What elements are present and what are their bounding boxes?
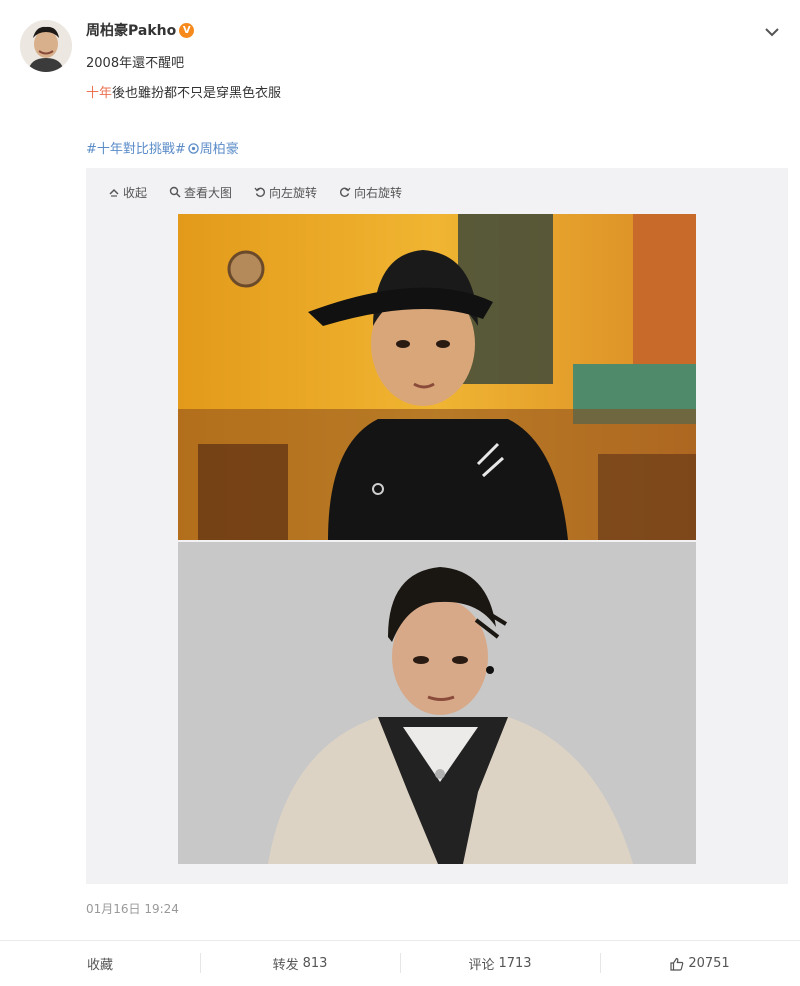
author-name[interactable]: 周柏豪Pakho <box>86 20 176 40</box>
media-toolbar: 收起 查看大图 向左旋转 向右旋转 <box>108 182 402 202</box>
like-button[interactable]: 20751 <box>600 941 800 986</box>
comment-button[interactable]: 评论 1713 <box>400 941 600 986</box>
chevron-down-icon[interactable] <box>762 22 782 42</box>
post-timestamp[interactable]: 01月16日 19:24 <box>86 900 179 917</box>
author-line: 周柏豪Pakho V <box>86 20 195 40</box>
photo-2008[interactable] <box>178 214 696 540</box>
mention-link[interactable]: 周柏豪 <box>188 138 239 157</box>
like-count: 20751 <box>688 956 730 971</box>
topic-links: #十年對比挑戰# 周柏豪 <box>86 138 239 157</box>
comment-label: 评论 <box>468 958 495 973</box>
verified-badge-icon: V <box>179 22 195 38</box>
repost-label: 转发 <box>272 958 299 973</box>
view-large-label: 查看大图 <box>184 185 233 200</box>
post-text-line-1: 2008年還不醒吧 <box>86 56 185 71</box>
photo-2018[interactable] <box>178 542 696 864</box>
post-text-line-2: 十年後也雖扮都不只是穿黑色衣服 <box>86 82 281 101</box>
collapse-button[interactable]: 收起 <box>108 182 147 202</box>
avatar-image <box>20 20 72 72</box>
view-large-button[interactable]: 查看大图 <box>169 182 232 202</box>
rotate-left-label: 向左旋转 <box>269 185 318 200</box>
photo-2008-image <box>178 214 696 540</box>
action-bar: 收藏 转发 813 评论 1713 20751 <box>0 940 800 986</box>
magnifier-icon <box>169 186 181 198</box>
photo-2018-image <box>178 542 696 864</box>
rotate-left-button[interactable]: 向左旋转 <box>254 182 317 202</box>
mention-link-icon <box>188 143 199 154</box>
comment-count: 1713 <box>498 956 532 971</box>
rotate-right-icon <box>340 187 351 197</box>
favorite-label: 收藏 <box>86 958 113 973</box>
mention-link-label: 周柏豪 <box>199 142 239 157</box>
favorite-button[interactable]: 收藏 <box>0 941 200 986</box>
post-text-rest: 後也雖扮都不只是穿黑色衣服 <box>112 86 282 101</box>
rotate-left-icon <box>254 187 266 197</box>
highlight-text[interactable]: 十年 <box>86 86 112 101</box>
avatar[interactable] <box>20 20 72 72</box>
repost-count: 813 <box>302 956 328 971</box>
thumbs-up-icon <box>670 957 684 971</box>
media-panel: 收起 查看大图 向左旋转 向右旋转 <box>86 168 788 884</box>
hashtag-link[interactable]: #十年對比挑戰# <box>86 138 186 157</box>
collapse-icon <box>109 188 119 197</box>
rotate-right-button[interactable]: 向右旋转 <box>339 182 402 202</box>
rotate-right-label: 向右旋转 <box>354 185 403 200</box>
collapse-label: 收起 <box>123 185 148 200</box>
repost-button[interactable]: 转发 813 <box>200 941 400 986</box>
weibo-post: 周柏豪Pakho V 2008年還不醒吧 十年後也雖扮都不只是穿黑色衣服 #十年… <box>0 0 800 985</box>
